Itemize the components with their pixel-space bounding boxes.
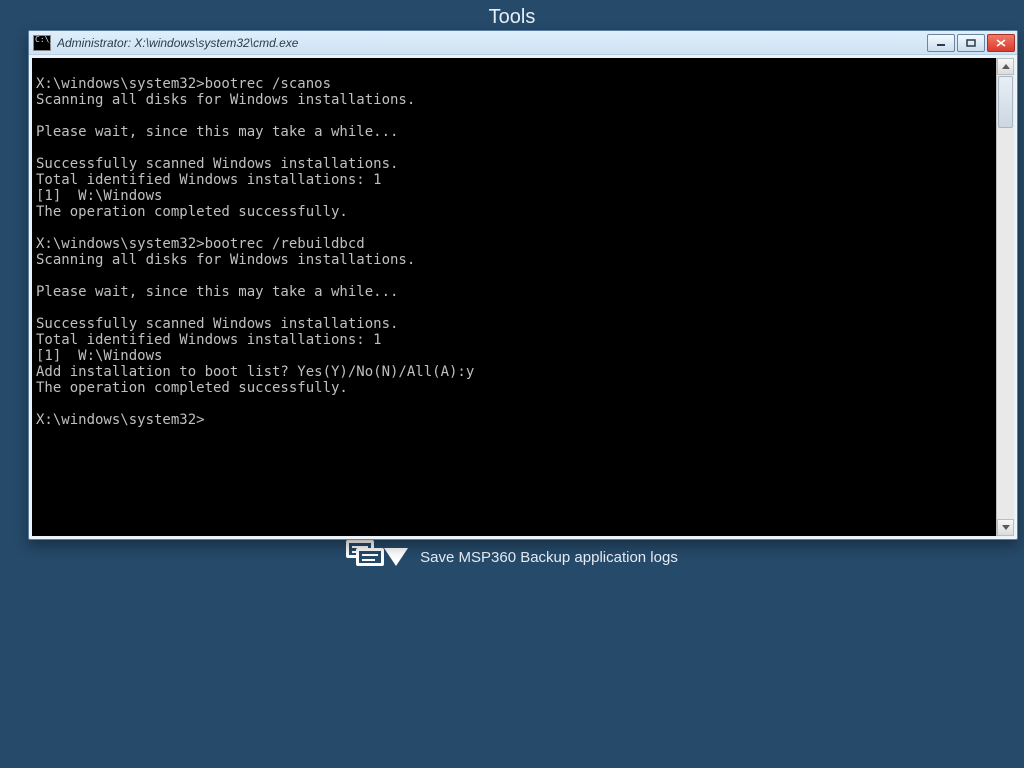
client-area: X:\windows\system32>bootrec /scanos Scan… — [32, 58, 1014, 536]
save-logs-row[interactable]: Save MSP360 Backup application logs — [0, 540, 1024, 574]
chevron-up-icon — [1002, 64, 1010, 69]
minimize-icon — [936, 39, 946, 47]
window-title: Administrator: X:\windows\system32\cmd.e… — [57, 36, 927, 50]
logs-download-icon — [346, 540, 406, 574]
scroll-up-button[interactable] — [997, 58, 1014, 75]
close-icon — [996, 39, 1006, 47]
close-button[interactable] — [987, 34, 1015, 52]
scroll-thumb[interactable] — [998, 76, 1013, 128]
maximize-button[interactable] — [957, 34, 985, 52]
background-section-title: Tools — [0, 6, 1024, 29]
terminal-output[interactable]: X:\windows\system32>bootrec /scanos Scan… — [32, 72, 996, 522]
cmd-app-icon — [33, 35, 51, 51]
maximize-icon — [966, 39, 976, 47]
minimize-button[interactable] — [927, 34, 955, 52]
titlebar[interactable]: Administrator: X:\windows\system32\cmd.e… — [29, 31, 1017, 55]
save-logs-label: Save MSP360 Backup application logs — [420, 549, 678, 566]
scroll-down-button[interactable] — [997, 519, 1014, 536]
desktop: Tools Save MSP360 Backup application log… — [0, 0, 1024, 768]
cmd-window: Administrator: X:\windows\system32\cmd.e… — [28, 30, 1018, 540]
chevron-down-icon — [1002, 525, 1010, 530]
window-buttons — [927, 34, 1015, 52]
vertical-scrollbar[interactable] — [996, 58, 1014, 536]
